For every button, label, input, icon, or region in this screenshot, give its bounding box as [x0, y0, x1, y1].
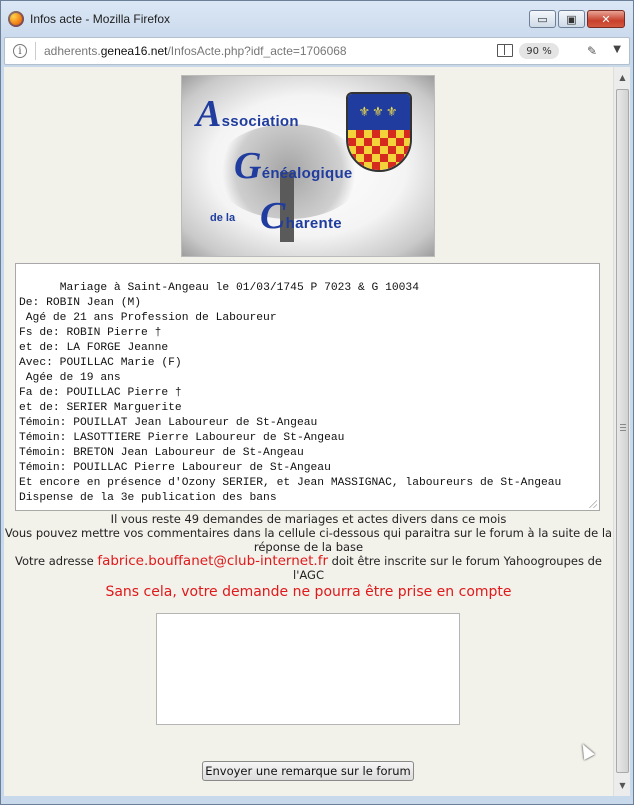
- logo-cap-g: G: [234, 145, 262, 187]
- logo-cap-a: A: [196, 93, 222, 135]
- url-path: /InfosActe.php?idf_acte=1706068: [167, 44, 347, 58]
- logo-word-genealogique: Généalogique: [234, 144, 353, 188]
- reader-view-icon[interactable]: [497, 44, 513, 57]
- logo-word-de-la: de la: [210, 212, 236, 224]
- shield-fleur-de-lis: ⚜⚜⚜: [348, 94, 410, 130]
- logo-rest-genealogique: énéalogique: [261, 165, 353, 182]
- url-dropdown-icon[interactable]: ▼: [613, 44, 621, 55]
- agc-logo: ⚜⚜⚜ Association Généalogique de la Chare…: [181, 75, 435, 257]
- logo-word-charente: Charente: [260, 194, 342, 238]
- scrollbar-grip-icon: [620, 424, 626, 431]
- page-content: ⚜⚜⚜ Association Généalogique de la Chare…: [4, 67, 613, 796]
- coat-of-arms-icon: ⚜⚜⚜: [346, 92, 412, 172]
- browser-window: Infos acte - Mozilla Firefox ▭ ▣ ✕ i adh…: [0, 0, 634, 805]
- send-remark-button[interactable]: Envoyer une remarque sur le forum: [202, 761, 414, 781]
- window-title: Infos acte - Mozilla Firefox: [30, 12, 171, 26]
- logo-rest-association: ssociation: [221, 113, 299, 130]
- maximize-icon: ▣: [566, 12, 577, 26]
- scrollbar-thumb[interactable]: [616, 89, 629, 773]
- minimize-button[interactable]: ▭: [529, 10, 556, 28]
- vertical-scrollbar[interactable]: ▲ ▼: [613, 67, 630, 796]
- window-controls: ▭ ▣ ✕: [529, 10, 625, 28]
- remaining-requests-text: Il vous reste 49 demandes de mariages et…: [110, 512, 507, 526]
- address-suffix: doit être inscrite sur le forum Yahoogro…: [293, 554, 602, 582]
- comment-hint-text: Vous pouvez mettre vos commentaires dans…: [4, 526, 613, 554]
- logo-cap-c: C: [260, 195, 286, 237]
- url-prefix: adherents.: [44, 44, 101, 58]
- maximize-button[interactable]: ▣: [558, 10, 585, 28]
- firefox-logo-icon: [8, 11, 24, 27]
- comment-textarea[interactable]: [156, 613, 460, 725]
- site-info-icon[interactable]: i: [13, 44, 27, 58]
- warning-text: Sans cela, votre demande ne pourra être …: [105, 584, 512, 600]
- tracking-protection-icon[interactable]: ✎: [587, 44, 597, 58]
- acte-text: Mariage à Saint-Angeau le 01/03/1745 P 7…: [19, 282, 562, 504]
- minimize-icon: ▭: [537, 12, 548, 26]
- info-block: Il vous reste 49 demandes de mariages et…: [4, 512, 613, 599]
- close-icon: ✕: [601, 12, 611, 26]
- info-glyph: i: [18, 45, 22, 57]
- logo-word-association: Association: [196, 92, 299, 136]
- address-prefix: Votre adresse: [14, 554, 94, 568]
- url-domain: genea16.net: [100, 44, 168, 58]
- resize-grip-icon[interactable]: [589, 500, 597, 508]
- scroll-up-icon[interactable]: ▲: [614, 69, 631, 86]
- url-text[interactable]: adherents.genea16.net/InfosActe.php?idf_…: [44, 44, 347, 58]
- url-separator: [35, 42, 36, 60]
- logo-rest-charente: harente: [285, 215, 342, 232]
- title-bar: Infos acte - Mozilla Firefox ▭ ▣ ✕: [1, 1, 633, 37]
- user-email: fabrice.bouffanet@club-internet.fr: [97, 553, 328, 569]
- mouse-cursor-icon: [577, 741, 595, 760]
- zoom-level-badge[interactable]: 90 %: [519, 43, 559, 59]
- address-line: Votre adresse fabrice.bouffanet@club-int…: [4, 554, 613, 582]
- close-button[interactable]: ✕: [587, 10, 625, 28]
- scroll-down-icon[interactable]: ▼: [614, 777, 631, 794]
- address-bar[interactable]: i adherents.genea16.net/InfosActe.php?id…: [4, 37, 630, 65]
- acte-details-textarea[interactable]: Mariage à Saint-Angeau le 01/03/1745 P 7…: [15, 263, 600, 511]
